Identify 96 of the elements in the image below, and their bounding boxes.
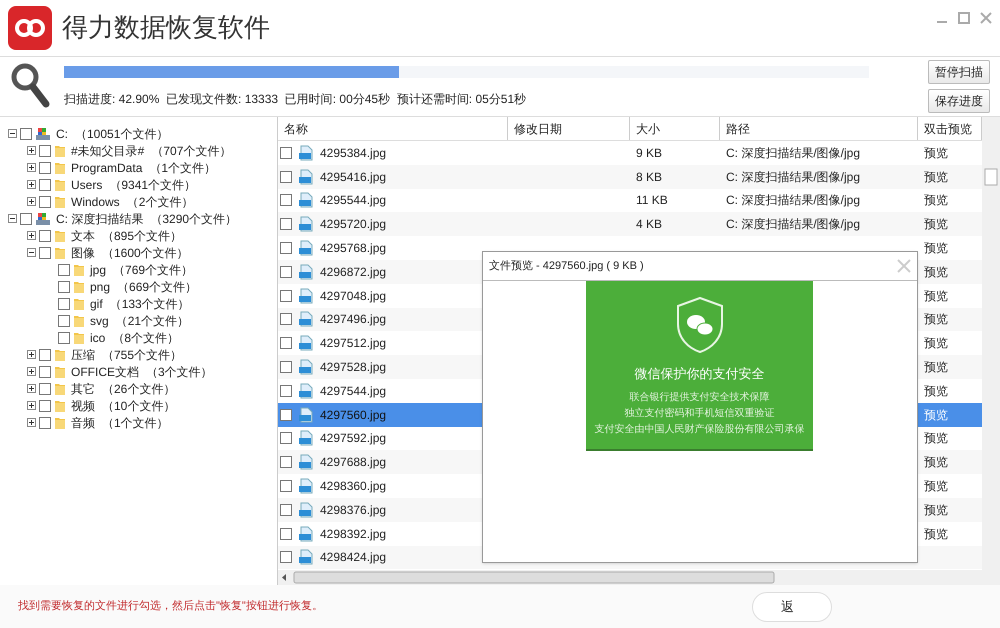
file-count: （21个文件） — [116, 312, 190, 330]
file-count: （10个文件） — [102, 398, 176, 414]
file-count: （8个文件） — [112, 330, 180, 346]
file-count: （1个文件） — [102, 414, 169, 432]
file-count: （2个文件） — [126, 194, 194, 210]
scan-button[interactable]: 暂停扫描 — [928, 60, 990, 84]
file-path: C: 深度扫描结果/图像/jpg — [725, 168, 862, 186]
preview-link[interactable]: 预览 — [918, 239, 982, 258]
file-count: （707个文件） — [151, 142, 232, 160]
file-count: （755个文件） — [102, 346, 182, 364]
image-caption: 联合银行提供支付安全技术保障 — [630, 390, 770, 404]
file-count: （769个文件） — [113, 262, 194, 278]
tree-item-label[interactable]: #未知父目录# — [71, 142, 144, 160]
dialog-title: 文件预览 - 4297560.jpg ( 9 KB ) — [489, 258, 644, 274]
preview-link[interactable]: 预览 — [918, 524, 982, 543]
tree-item-label[interactable]: 压缩 — [71, 346, 95, 364]
file-count: （895个文件） — [102, 228, 182, 244]
preview-link[interactable]: 预览 — [918, 429, 982, 448]
file-name: 4297544.jpg — [320, 382, 386, 400]
tree-item-label[interactable]: ico — [90, 328, 106, 346]
file-path: C: 深度扫描结果/图像/jpg — [725, 144, 862, 162]
preview-link[interactable]: 预览 — [918, 215, 982, 234]
file-name: 4295720.jpg — [320, 216, 386, 234]
file-count: （669个文件） — [117, 278, 198, 296]
file-name: 4297048.jpg — [320, 288, 386, 305]
column-header[interactable]: 路径 — [720, 117, 918, 140]
preview-link[interactable]: 预览 — [918, 358, 982, 376]
file-name: 4298360.jpg — [320, 478, 386, 496]
file-size: 8 KB — [635, 168, 664, 186]
file-name: 4297512.jpg — [320, 335, 386, 352]
preview-link[interactable]: 预览 — [918, 310, 982, 328]
tree-item-label[interactable]: gif — [90, 294, 103, 312]
tree-item-label[interactable]: C: — [56, 124, 68, 142]
hint-text: 找到需要恢复的文件进行勾选，然后点击"恢复"按钮进行恢复。 — [18, 598, 323, 614]
file-name: 4298392.jpg — [320, 526, 386, 543]
preview-link[interactable]: 预览 — [918, 262, 982, 281]
column-header[interactable]: 名称 — [278, 117, 508, 140]
file-count: （1个文件） — [149, 160, 216, 176]
file-name: 4296872.jpg — [320, 264, 386, 281]
file-name: 4295544.jpg — [320, 192, 386, 210]
tree-item-label[interactable]: ProgramData — [71, 158, 142, 176]
preview-link[interactable]: 预览 — [918, 477, 982, 496]
preview-link[interactable]: 预览 — [918, 453, 982, 472]
preview-link[interactable]: 预览 — [918, 144, 982, 162]
file-size: 11 KB — [635, 192, 669, 210]
image-caption: 独立支付密码和手机短信双重验证 — [624, 406, 774, 420]
column-header[interactable]: 修改日期 — [508, 117, 630, 140]
tree-item-label[interactable]: 其它 — [71, 380, 95, 398]
file-row[interactable]: 4295720.jpg 4 KB C: 深度扫描结果/图像/jpg 预览 — [278, 212, 982, 236]
preview-link[interactable]: 预览 — [918, 382, 982, 400]
tree-item-label[interactable]: OFFICE文档 — [71, 362, 139, 380]
file-count: （3个文件） — [146, 364, 213, 380]
file-count: （9341个文件） — [109, 176, 196, 194]
file-name: 4297496.jpg — [320, 311, 386, 328]
file-count: （3290个文件） — [150, 210, 238, 228]
file-name: 4295384.jpg — [320, 144, 386, 162]
file-name: 4298424.jpg — [320, 549, 386, 566]
tree-item-label[interactable]: Windows — [71, 192, 120, 210]
file-name: 4297592.jpg — [320, 430, 386, 448]
file-name: 4297528.jpg — [320, 359, 386, 376]
tree-item-label[interactable]: Users — [71, 176, 102, 194]
file-count: （10051个文件） — [75, 126, 168, 142]
tree-item-label[interactable]: 视频 — [71, 396, 95, 414]
preview-link[interactable]: 预览 — [918, 168, 982, 186]
preview-link[interactable]: 预览 — [918, 334, 982, 352]
tree-item-label[interactable]: jpg — [90, 260, 106, 278]
file-path: C: 深度扫描结果/图像/jpg — [725, 192, 862, 210]
file-name: 4297560.jpg — [320, 406, 386, 424]
file-path: C: 深度扫描结果/图像/jpg — [725, 216, 862, 234]
file-count: （26个文件） — [102, 380, 176, 398]
file-count: （1600个文件） — [102, 244, 189, 262]
file-name: 4297688.jpg — [320, 454, 386, 472]
file-name: 4295416.jpg — [320, 168, 386, 186]
preview-link[interactable]: 预览 — [918, 286, 982, 305]
tree-item-label[interactable]: svg — [90, 312, 109, 330]
preview-link[interactable]: 预览 — [918, 191, 982, 210]
column-header[interactable]: 大小 — [630, 117, 720, 140]
tree-item-label[interactable]: 图像 — [71, 244, 95, 262]
scan-stats: 扫描进度: 42.90% 已发现文件数: 13333 已用时间: 00分45秒 预计还需时间: 05分51秒 — [64, 90, 528, 108]
tree-item-label[interactable]: 音频 — [71, 414, 95, 432]
image-caption: 支付安全由中国人民财产保险股份有限公司承保 — [594, 422, 804, 436]
tree-item-label[interactable]: C: 深度扫描结果 — [56, 210, 144, 228]
file-row[interactable]: 4295544.jpg 11 KB C: 深度扫描结果/图像/jpg 预览 — [278, 188, 982, 212]
tree-item-label[interactable]: png — [90, 278, 110, 296]
window-title: 得力数据恢复软件 — [62, 12, 270, 44]
file-row[interactable]: 4295416.jpg 8 KB C: 深度扫描结果/图像/jpg 预览 — [278, 164, 982, 189]
file-name: 4295768.jpg — [320, 240, 386, 258]
file-name: 4298376.jpg — [320, 502, 386, 519]
file-size: 9 KB — [635, 144, 664, 162]
image-headline: 微信保护你的支付安全 — [634, 365, 764, 383]
back-button[interactable]: 返 — [752, 592, 832, 622]
file-count: （133个文件） — [110, 296, 190, 312]
scan-button[interactable]: 保存进度 — [928, 89, 990, 113]
file-size: 4 KB — [635, 216, 664, 234]
preview-link[interactable]: 预览 — [918, 500, 982, 519]
tree-item-label[interactable]: 文本 — [71, 226, 95, 244]
